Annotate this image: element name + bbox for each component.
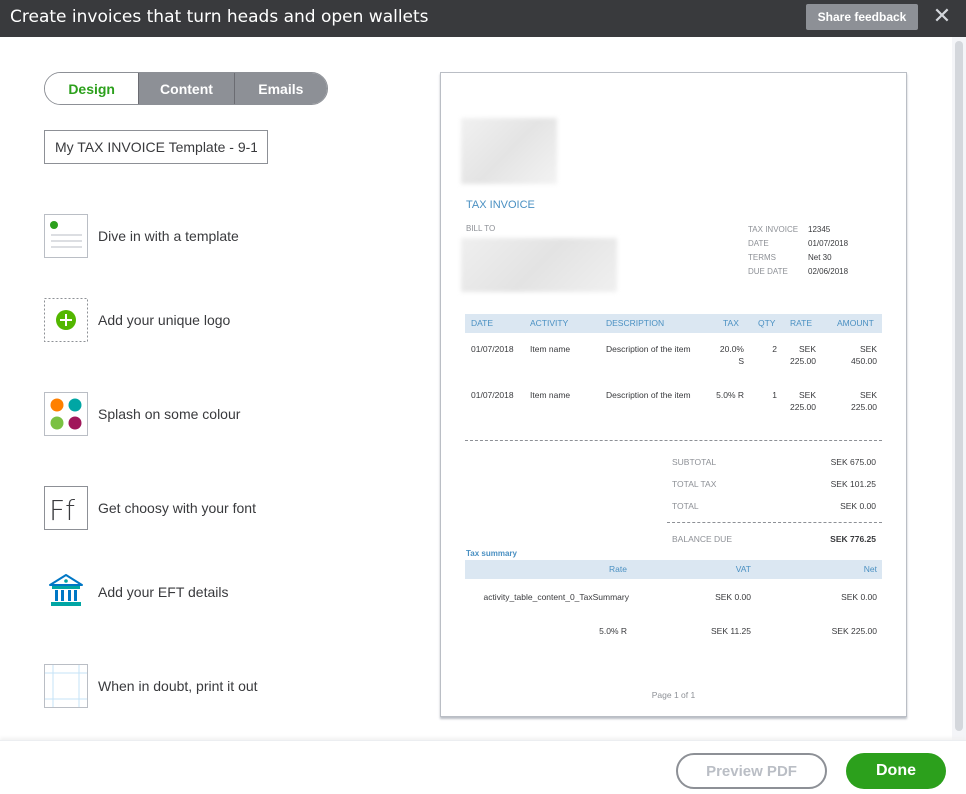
invoice-title: TAX INVOICE [466, 199, 535, 211]
tax-row-vat: SEK 11.25 [710, 626, 751, 636]
row-qty: 2 [772, 344, 777, 354]
bill-to-label: BILL TO [466, 224, 496, 233]
feature-label: Add your EFT details [98, 584, 229, 600]
column-header: ACTIVITY [530, 318, 569, 328]
tax-row-rate: activity_table_content_0_TaxSummary [483, 592, 629, 602]
done-button[interactable]: Done [846, 753, 946, 789]
meta-key: TAX INVOICE [748, 225, 799, 234]
feature-label: Add your unique logo [98, 312, 231, 328]
summary-key: TOTAL TAX [672, 479, 717, 489]
invoice-preview: TAX INVOICE BILL TO TAX INVOICE 12345 DA… [440, 72, 907, 717]
feature-template[interactable]: Dive in with a template [44, 214, 239, 258]
column-header: QTY [758, 318, 776, 328]
meta-value: Net 30 [808, 253, 832, 262]
row-description: Description of the item [606, 344, 691, 354]
tax-row-rate: 5.0% R [599, 626, 627, 636]
row-amount: SEK 450.00 [851, 344, 877, 366]
summary-value: SEK 0.00 [840, 501, 876, 511]
print-margins-icon [44, 664, 88, 708]
meta-key: TERMS [748, 253, 776, 262]
tab-content[interactable]: Content [138, 73, 234, 104]
column-header: Net [863, 564, 877, 574]
column-header: RATE [790, 318, 813, 328]
row-description: Description of the item [606, 390, 691, 400]
share-feedback-button[interactable]: Share feedback [806, 4, 918, 30]
feature-print[interactable]: When in doubt, print it out [44, 664, 258, 708]
close-icon[interactable]: ✕ [930, 5, 954, 29]
divider [465, 440, 882, 441]
tax-row-net: SEK 0.00 [841, 592, 877, 602]
row-qty: 1 [772, 390, 777, 400]
customize-tabs: Design Content Emails [44, 72, 328, 105]
feature-eft[interactable]: Add your EFT details [44, 570, 228, 614]
row-rate: SEK 225.00 [790, 344, 816, 366]
tab-design[interactable]: Design [45, 73, 139, 104]
feature-font[interactable]: Ff Get choosy with your font [44, 486, 256, 530]
summary-value: SEK 675.00 [830, 457, 876, 467]
company-logo-placeholder [461, 118, 557, 184]
row-tax: 5.0% R [716, 390, 744, 400]
scrollbar-thumb[interactable] [955, 41, 963, 731]
summary-key: TOTAL [672, 501, 699, 511]
preview-pdf-button[interactable]: Preview PDF [676, 753, 827, 789]
meta-key: DATE [748, 239, 769, 248]
feature-label: Dive in with a template [98, 228, 239, 244]
dialog-header: Create invoices that turn heads and open… [0, 0, 966, 37]
scrollbar[interactable] [952, 37, 966, 740]
feature-colour[interactable]: Splash on some colour [44, 392, 240, 436]
row-date: 01/07/2018 [471, 344, 514, 354]
row-tax: 20.0% S [719, 344, 744, 366]
template-icon [44, 214, 88, 258]
template-name-input[interactable] [44, 130, 268, 164]
activity-table-header [465, 314, 882, 333]
column-header: TAX [723, 318, 739, 328]
meta-value: 01/07/2018 [808, 239, 849, 248]
row-activity: Item name [530, 390, 571, 400]
meta-key: DUE DATE [748, 267, 788, 276]
logo-add-icon [44, 298, 88, 342]
customer-address-placeholder [461, 238, 617, 292]
svg-text:Ff: Ff [49, 494, 75, 527]
feature-label: Get choosy with your font [98, 500, 256, 516]
tax-row-net: SEK 225.00 [831, 626, 877, 636]
column-header: AMOUNT [837, 318, 874, 328]
row-date: 01/07/2018 [471, 390, 514, 400]
column-header: Rate [609, 564, 627, 574]
feature-label: When in doubt, print it out [98, 678, 258, 694]
page-number: Page 1 of 1 [651, 690, 696, 700]
divider [667, 522, 882, 523]
summary-key: SUBTOTAL [672, 457, 717, 467]
row-activity: Item name [530, 344, 571, 354]
colour-palette-icon [44, 392, 88, 436]
meta-value: 12345 [808, 225, 831, 234]
column-header: VAT [735, 564, 751, 574]
feature-label: Splash on some colour [98, 406, 241, 422]
feature-logo[interactable]: Add your unique logo [44, 298, 230, 342]
tax-summary-title: Tax summary [466, 549, 517, 558]
row-rate: SEK 225.00 [790, 390, 816, 412]
column-header: DESCRIPTION [606, 318, 665, 328]
balance-due-value: SEK 776.25 [830, 534, 876, 544]
meta-value: 02/06/2018 [808, 267, 849, 276]
tab-emails[interactable]: Emails [233, 73, 327, 104]
dialog-title: Create invoices that turn heads and open… [10, 7, 429, 27]
tax-row-vat: SEK 0.00 [715, 592, 751, 602]
font-icon: Ff [44, 486, 88, 530]
column-header: DATE [471, 318, 494, 328]
summary-value: SEK 101.25 [830, 479, 876, 489]
bank-icon [44, 570, 88, 614]
balance-due-label: BALANCE DUE [672, 534, 732, 544]
row-amount: SEK 225.00 [851, 390, 877, 412]
